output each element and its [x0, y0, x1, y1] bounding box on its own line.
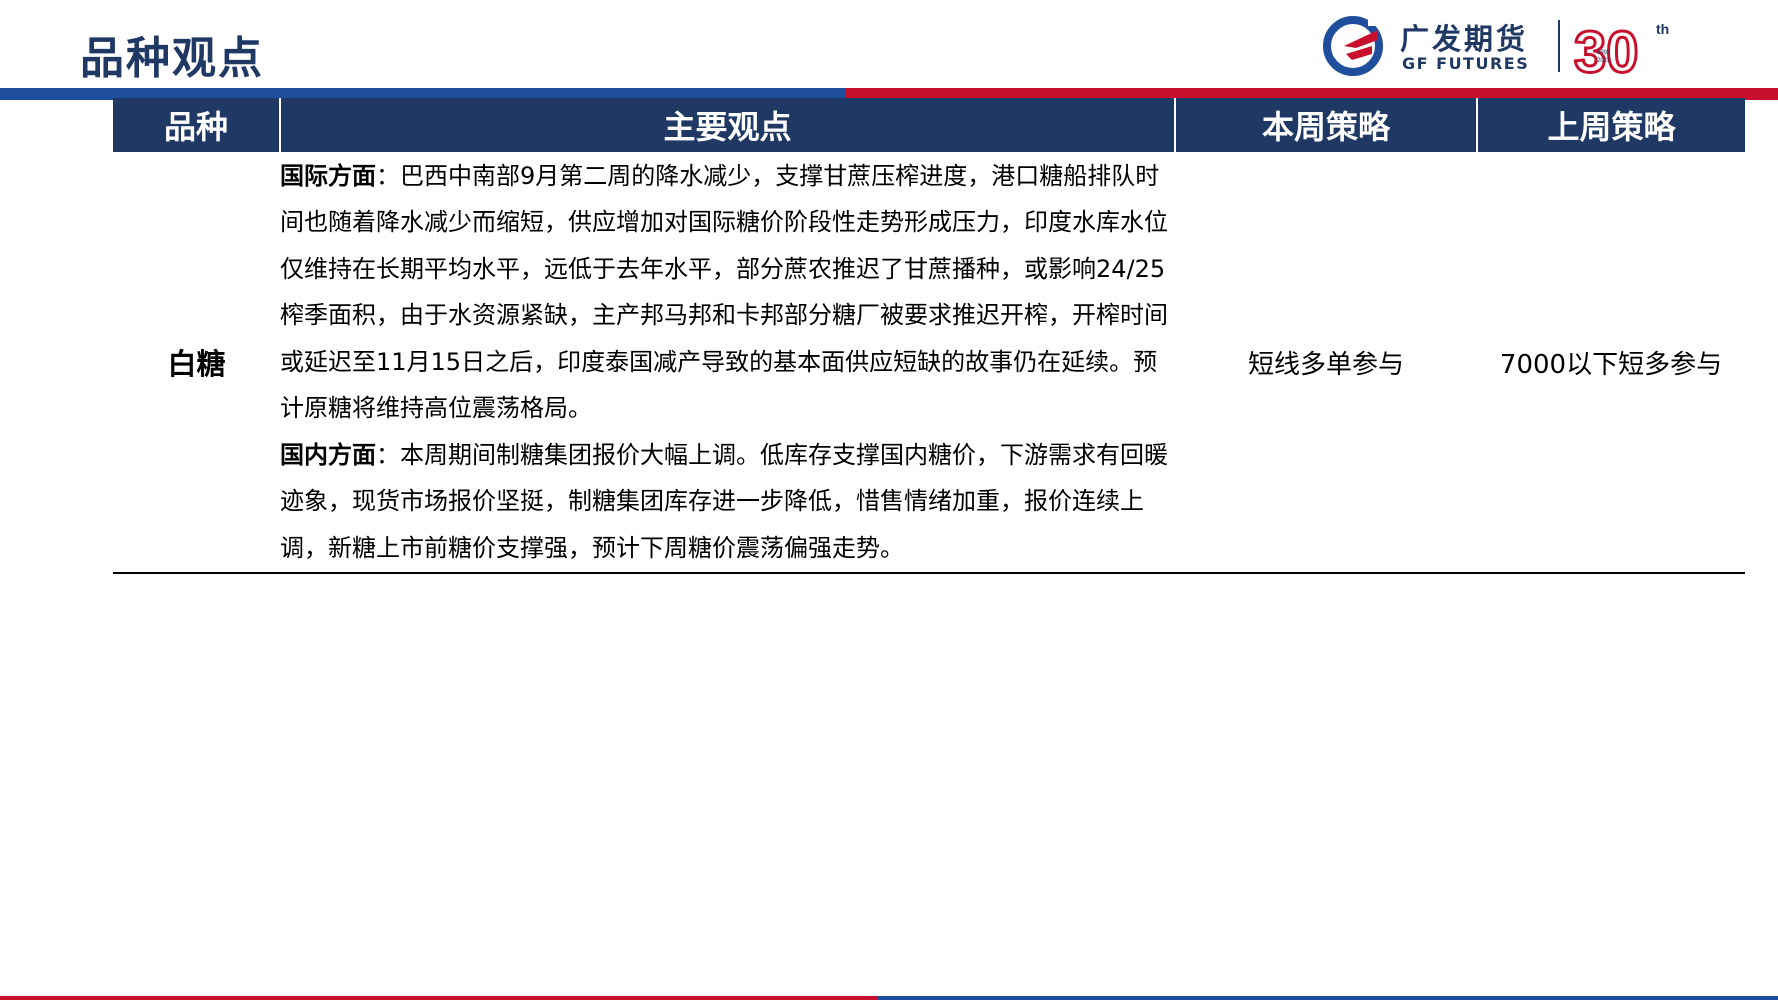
brand-name-en: GF FUTURES: [1402, 54, 1530, 73]
brand-name-cn: 广发期货: [1400, 22, 1529, 56]
footer-bar-red: [0, 996, 878, 1000]
last-week-strategy-cell: 7000以下短多参与: [1499, 349, 1723, 380]
domestic-view: 国内方面：本周期间制糖集团报价大幅上调。低库存支撑国内糖价，下游需求有回暖迹象，…: [280, 432, 1175, 572]
international-view-label: 国际方面: [280, 161, 376, 190]
anniversary-year-end: 2023: [1597, 58, 1611, 64]
header-this-week-strategy: 本周策略: [1174, 98, 1477, 152]
header-variety: 品种: [113, 98, 280, 152]
international-view: 国际方面：巴西中南部9月第二周的降水减少，支撑甘蔗压榨进度，港口糖船排队时间也随…: [280, 153, 1175, 432]
anniversary-30th-badge-icon: 30 th 1993 2023: [1573, 19, 1670, 81]
international-view-text: 巴西中南部9月第二周的降水减少，支撑甘蔗压榨进度，港口糖船排队时间也随着降水减少…: [280, 161, 1168, 423]
page-title: 品种观点: [80, 33, 264, 84]
table-row: 白糖 国际方面：巴西中南部9月第二周的降水减少，支撑甘蔗压榨进度，港口糖船排队时…: [113, 152, 1745, 573]
header-last-week-strategy: 上周策略: [1476, 98, 1745, 152]
variety-views-table: 品种 主要观点 本周策略 上周策略 白糖 国际方面：巴西中南部9月第二周的降水减…: [113, 98, 1745, 574]
anniversary-year-start: 1993: [1597, 50, 1611, 56]
international-view-separator: ：: [376, 161, 400, 190]
gf-futures-logo: 广发期货 GF FUTURES 30 th 1993 2023: [1322, 14, 1762, 80]
domestic-view-text: 本周期间制糖集团报价大幅上调。低库存支撑国内糖价，下游需求有回暖迹象，现货市场报…: [280, 440, 1168, 562]
anniversary-suffix: th: [1656, 21, 1669, 37]
domestic-view-separator: ：: [376, 440, 400, 469]
variety-cell: 白糖: [167, 347, 226, 381]
this-week-strategy-cell: 短线多单参与: [1247, 349, 1404, 380]
logo-divider: [1558, 20, 1560, 72]
main-views-cell: 国际方面：巴西中南部9月第二周的降水减少，支撑甘蔗压榨进度，港口糖船排队时间也随…: [280, 152, 1175, 573]
table-header-row: 品种 主要观点 本周策略 上周策略: [113, 98, 1745, 152]
header-main-views: 主要观点: [279, 98, 1175, 152]
domestic-view-label: 国内方面: [280, 440, 376, 469]
footer-bar-blue: [878, 996, 1778, 1000]
gf-logo-mark-icon: [1323, 16, 1386, 76]
